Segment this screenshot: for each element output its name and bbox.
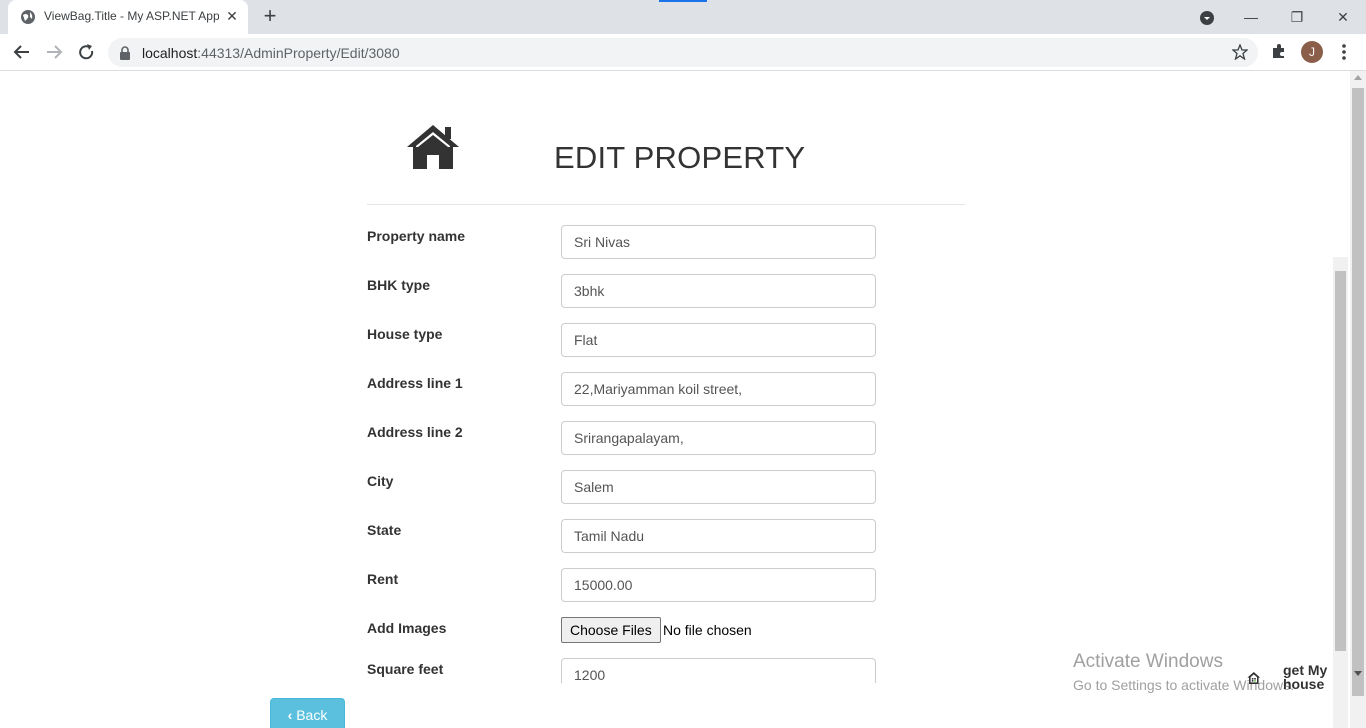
back-button[interactable]: ‹ Back — [270, 698, 345, 728]
scroll-down-icon[interactable] — [1354, 671, 1362, 676]
more-menu-icon[interactable] — [1336, 42, 1352, 62]
new-tab-icon[interactable]: + — [258, 5, 282, 28]
file-status-text: No file chosen — [663, 622, 752, 638]
browser-tab[interactable]: ViewBag.Title - My ASP.NET Appl ✕ — [8, 0, 248, 34]
address-line-1-input[interactable] — [561, 372, 876, 406]
chevron-left-icon: ‹ — [287, 707, 293, 723]
scroll-clip — [367, 683, 887, 728]
back-button-label: Back — [296, 707, 328, 723]
form-row-add-images: Add Images Choose Files No file chosen — [367, 617, 887, 651]
tab-accent-bar — [659, 0, 707, 2]
get-my-house-logo — [1247, 672, 1261, 684]
property-name-input[interactable] — [561, 225, 876, 259]
city-input[interactable] — [561, 470, 876, 504]
logo-text: get My house — [1283, 662, 1328, 692]
form-row-address-line-1: Address line 1 — [367, 372, 887, 406]
form-row-house-type: House type — [367, 323, 887, 357]
reload-icon[interactable] — [73, 39, 99, 65]
rent-input[interactable] — [561, 568, 876, 602]
url-text: localhost:44313/AdminProperty/Edit/3080 — [142, 45, 400, 61]
close-tab-icon[interactable]: ✕ — [224, 8, 240, 24]
forward-arrow-icon[interactable] — [41, 39, 67, 65]
form-row-property-name: Property name — [367, 225, 887, 259]
minimize-icon[interactable]: — — [1239, 6, 1263, 28]
tab-search-icon[interactable] — [1195, 6, 1219, 28]
scroll-up-icon[interactable] — [1354, 75, 1362, 80]
state-input[interactable] — [561, 519, 876, 553]
bhk-type-input[interactable] — [561, 274, 876, 308]
divider — [367, 204, 965, 205]
page-scrollbar[interactable] — [1350, 71, 1366, 728]
form-row-city: City — [367, 470, 887, 504]
back-arrow-icon[interactable] — [9, 39, 35, 65]
close-window-icon[interactable]: ✕ — [1331, 6, 1355, 28]
address-bar[interactable]: localhost:44313/AdminProperty/Edit/3080 — [108, 38, 1258, 67]
browser-toolbar: localhost:44313/AdminProperty/Edit/3080 — [0, 34, 1366, 71]
page-title: EDIT PROPERTY — [554, 140, 806, 175]
inner-scrollbar[interactable] — [1333, 257, 1348, 728]
inner-scrollbar-thumb[interactable] — [1335, 271, 1346, 651]
form-row-rent: Rent — [367, 568, 887, 602]
field-label: BHK type — [367, 277, 431, 293]
profile-avatar[interactable]: J — [1301, 41, 1323, 63]
tab-strip: ViewBag.Title - My ASP.NET Appl ✕ + — ❐ … — [0, 0, 1366, 34]
extensions-puzzle-icon[interactable] — [1270, 42, 1288, 60]
page-content: EDIT PROPERTY Property name BHK type Hou… — [0, 71, 1350, 728]
scrollbar-thumb[interactable] — [1352, 88, 1364, 696]
field-label: Address line 1 — [367, 375, 463, 391]
field-label: Address line 2 — [367, 424, 463, 440]
choose-files-button[interactable]: Choose Files — [561, 617, 661, 643]
field-label: State — [367, 522, 402, 538]
form-row-address-line-2: Address line 2 — [367, 421, 887, 455]
globe-icon — [21, 10, 35, 24]
field-label: House type — [367, 326, 443, 342]
bookmark-star-icon[interactable] — [1232, 44, 1248, 60]
address-line-2-input[interactable] — [561, 421, 876, 455]
form-row-state: State — [367, 519, 887, 553]
field-label: Square feet — [367, 661, 444, 677]
restore-icon[interactable]: ❐ — [1285, 6, 1309, 28]
tab-title: ViewBag.Title - My ASP.NET Appl — [44, 9, 219, 23]
field-label: City — [367, 473, 394, 489]
form-row-bhk-type: BHK type — [367, 274, 887, 308]
field-label: Add Images — [367, 620, 447, 636]
house-type-input[interactable] — [561, 323, 876, 357]
home-icon — [407, 125, 459, 169]
field-label: Property name — [367, 228, 466, 244]
field-label: Rent — [367, 571, 399, 587]
lock-icon — [120, 46, 130, 60]
